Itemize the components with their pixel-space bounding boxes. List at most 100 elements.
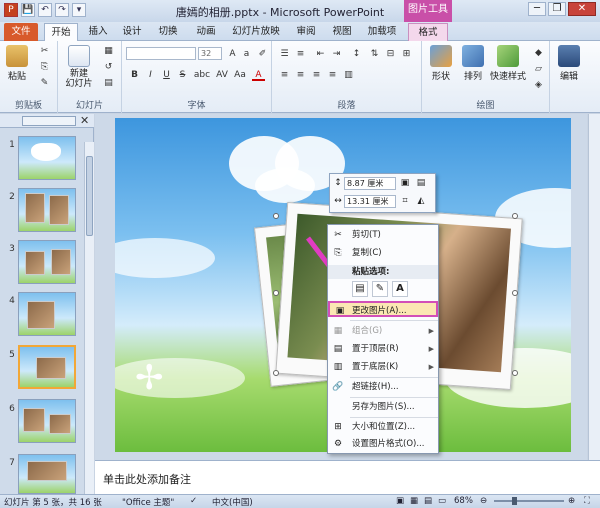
menu-item-size-position[interactable]: ⊞ 大小和位置(Z)... (328, 419, 438, 435)
align-left-icon[interactable]: ≡ (278, 69, 291, 81)
menu-item-cut[interactable]: ✂ 剪切(T) (328, 227, 438, 243)
change-case-button[interactable]: Aa (232, 69, 248, 81)
undo-icon[interactable]: ↶ (38, 3, 52, 17)
powerpoint-app-icon[interactable]: P (4, 3, 18, 17)
customize-qat-icon[interactable]: ▾ (72, 3, 86, 17)
layout-icon[interactable]: ▦ (102, 45, 115, 57)
slide-sorter-icon[interactable]: ▦ (410, 496, 418, 506)
menu-item-change-picture[interactable]: ▣ 更改图片(A)... (328, 301, 438, 317)
tab-view[interactable]: 视图 (328, 23, 356, 41)
shrink-font-icon[interactable]: a (240, 48, 253, 60)
shadow-button[interactable]: abc (192, 69, 212, 81)
tab-animations[interactable]: 动画 (192, 23, 220, 41)
zoom-out-icon[interactable]: ⊖ (480, 496, 487, 506)
send-backward-icon[interactable]: ▤ (416, 178, 426, 188)
redo-icon[interactable]: ↷ (55, 3, 69, 17)
shape-effects-icon[interactable]: ◈ (532, 79, 545, 91)
bring-forward-icon[interactable]: ▣ (400, 178, 410, 188)
text-direction-icon[interactable]: ⇅ (368, 48, 381, 60)
menu-item-copy[interactable]: ⎘ 复制(C) (328, 245, 438, 261)
tab-insert[interactable]: 插入 (84, 23, 112, 41)
slides-outline-tabs[interactable] (22, 116, 76, 126)
tab-file[interactable]: 文件 (4, 23, 38, 41)
tab-transitions[interactable]: 切换 (154, 23, 182, 41)
slide-thumbnail-4[interactable] (18, 292, 76, 336)
edit-button[interactable]: 编辑 (554, 45, 584, 82)
clear-format-icon[interactable]: ✐ (256, 48, 269, 60)
reset-icon[interactable]: ↺ (102, 61, 115, 73)
tab-home[interactable]: 开始 (44, 23, 78, 41)
tab-addins[interactable]: 加载项 (364, 23, 400, 41)
slide-vertical-scrollbar[interactable] (588, 114, 600, 460)
shape-outline-icon[interactable]: ▱ (532, 63, 545, 75)
menu-item-save-as-picture[interactable]: 另存为图片(S)... (328, 399, 438, 415)
menu-item-format-picture[interactable]: ⚙ 设置图片格式(O)... (328, 436, 438, 452)
font-color-button[interactable]: A (252, 69, 265, 81)
menu-item-send-to-back[interactable]: ▥ 置于底层(K) ▶ (328, 359, 438, 375)
spellcheck-icon[interactable]: ✓ (190, 496, 197, 506)
resize-handle[interactable] (273, 290, 279, 296)
font-size-box[interactable]: 32 (198, 47, 222, 60)
bold-button[interactable]: B (128, 69, 141, 81)
increase-indent-icon[interactable]: ⇥ (330, 48, 343, 60)
slide-thumbnail-6[interactable] (18, 399, 76, 443)
slide-thumbnail-1[interactable] (18, 136, 76, 180)
italic-button[interactable]: I (144, 69, 157, 81)
notes-pane[interactable]: 单击此处添加备注 (95, 460, 600, 494)
close-button[interactable]: ✕ (568, 2, 596, 16)
slide-thumbnail-3[interactable] (18, 240, 76, 284)
arrange-button[interactable]: 排列 (458, 45, 488, 82)
new-slide-button[interactable]: 新建 幻灯片 (62, 45, 96, 89)
zoom-level[interactable]: 68% (454, 496, 473, 506)
resize-handle[interactable] (512, 370, 518, 376)
slide-thumbnail-5[interactable] (18, 345, 76, 389)
zoom-slider-track[interactable] (494, 500, 564, 502)
fit-to-window-icon[interactable]: ⛶ (584, 496, 590, 506)
resize-handle[interactable] (512, 290, 518, 296)
align-text-icon[interactable]: ⊟ (384, 48, 397, 60)
section-icon[interactable]: ▤ (102, 77, 115, 89)
align-center-icon[interactable]: ≡ (294, 69, 307, 81)
minimize-button[interactable]: ─ (528, 2, 546, 16)
resize-handle[interactable] (273, 370, 279, 376)
crop-icon[interactable]: ⌗ (400, 196, 410, 206)
columns-icon[interactable]: ▥ (342, 69, 355, 81)
bullets-icon[interactable]: ☰ (278, 48, 291, 60)
spacing-button[interactable]: AV (214, 69, 230, 81)
menu-item-hyperlink[interactable]: 🔗 超链接(H)... (328, 379, 438, 395)
slideshow-icon[interactable]: ▭ (438, 496, 446, 506)
tab-design[interactable]: 设计 (118, 23, 146, 41)
justify-icon[interactable]: ≡ (326, 69, 339, 81)
shape-fill-icon[interactable]: ◆ (532, 47, 545, 59)
format-painter-icon[interactable]: ✎ (38, 77, 51, 89)
zoom-in-icon[interactable]: ⊕ (568, 496, 575, 506)
decrease-indent-icon[interactable]: ⇤ (314, 48, 327, 60)
slides-pane-scrollbar[interactable] (84, 142, 94, 495)
slide-thumbnail-2[interactable] (18, 188, 76, 232)
font-name-box[interactable] (126, 47, 196, 60)
resize-handle[interactable] (273, 213, 279, 219)
tab-slideshow[interactable]: 幻灯片放映 (228, 23, 284, 41)
paste-option-picture[interactable]: ✎ (372, 281, 388, 297)
line-spacing-icon[interactable]: ↕ (350, 48, 363, 60)
cut-icon[interactable]: ✂ (38, 45, 51, 57)
slide-thumbnail-7[interactable] (18, 454, 76, 494)
align-right-icon[interactable]: ≡ (310, 69, 323, 81)
underline-button[interactable]: U (160, 69, 173, 81)
width-field[interactable]: 13.31 厘米 (344, 195, 396, 208)
grow-font-icon[interactable]: A (226, 48, 239, 60)
scroll-thumb[interactable] (86, 156, 93, 236)
paste-option-text[interactable]: A (392, 281, 408, 297)
reading-view-icon[interactable]: ▤ (424, 496, 432, 506)
zoom-slider-thumb[interactable] (512, 497, 517, 505)
shapes-button[interactable]: 形状 (426, 45, 456, 82)
normal-view-icon[interactable]: ▣ (396, 496, 404, 506)
menu-item-bring-to-front[interactable]: ▤ 置于顶层(R) ▶ (328, 341, 438, 357)
picture-style-icon[interactable]: ◭ (416, 196, 426, 206)
paste-option-keep-format[interactable]: ▤ (352, 281, 368, 297)
language-indicator[interactable]: 中文(中国) (212, 496, 253, 508)
smartart-icon[interactable]: ⊞ (400, 48, 413, 60)
resize-handle[interactable] (512, 213, 518, 219)
tab-review[interactable]: 审阅 (292, 23, 320, 41)
strikethrough-button[interactable]: S (176, 69, 189, 81)
